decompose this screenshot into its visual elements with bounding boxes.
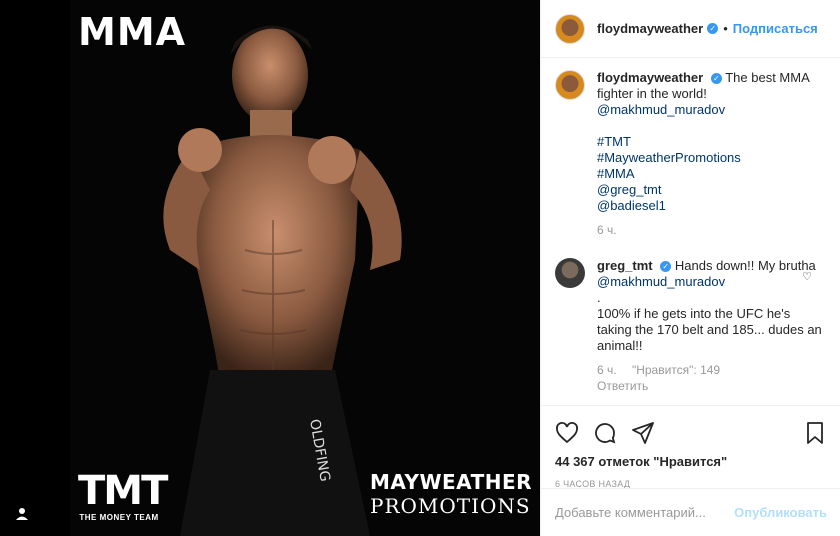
- post-photo[interactable]: OLDFING MMA TMT THE MONEY TEAM MAYWEATHE…: [70, 0, 540, 536]
- comment-item: greg_tmt ✓ Hands down!! My brutha @makhm…: [555, 258, 827, 394]
- comment-text-post: 100% if he gets into the UFC he's taking…: [597, 306, 822, 353]
- tmt-logo-big: TMT: [78, 468, 168, 514]
- caption-mention[interactable]: @makhmud_muradov: [597, 102, 725, 117]
- comment-dot: .: [597, 290, 601, 305]
- hashtag-tmt[interactable]: #TMT: [597, 134, 631, 149]
- post-header: floydmayweather ✓ • Подписаться: [541, 0, 840, 58]
- bookmark-icon[interactable]: [803, 421, 827, 445]
- author-username[interactable]: floydmayweather: [597, 21, 703, 36]
- share-icon[interactable]: [631, 421, 655, 445]
- commenter-avatar[interactable]: [555, 258, 585, 288]
- verified-icon: ✓: [710, 73, 722, 85]
- likes-count[interactable]: 44 367 отметок "Нравится": [555, 454, 827, 469]
- caption-username[interactable]: floydmayweather: [597, 70, 703, 85]
- post-actions: 44 367 отметок "Нравится" 6 часов назад: [541, 405, 840, 489]
- reply-button[interactable]: Ответить: [597, 379, 648, 393]
- header-separator: •: [723, 21, 728, 36]
- caption-avatar[interactable]: [555, 70, 585, 100]
- verified-icon: ✓: [660, 261, 672, 273]
- author-avatar[interactable]: [555, 13, 585, 44]
- comment-like-icon[interactable]: ♡: [802, 270, 812, 283]
- caption-body: floydmayweather ✓ The best MMA fighter i…: [597, 70, 827, 250]
- caption: floydmayweather ✓ The best MMA fighter i…: [555, 70, 827, 250]
- publish-button[interactable]: Опубликовать: [734, 505, 827, 520]
- comment-icon[interactable]: [593, 421, 617, 445]
- heart-icon[interactable]: [555, 421, 579, 445]
- caption-time[interactable]: 6 ч.: [597, 223, 617, 237]
- media-area: OLDFING MMA TMT THE MONEY TEAM MAYWEATHE…: [0, 0, 540, 536]
- mayweather-promotions-logo: MAYWEATHER PROMOTIONS: [370, 470, 533, 518]
- follow-button[interactable]: Подписаться: [733, 21, 818, 36]
- comments-list[interactable]: floydmayweather ✓ The best MMA fighter i…: [541, 70, 840, 400]
- tmt-logo-small: THE MONEY TEAM: [79, 513, 159, 522]
- hashtag-mma[interactable]: #MMA: [597, 166, 635, 181]
- mma-label: MMA: [78, 10, 187, 54]
- user-tag-icon[interactable]: [14, 506, 30, 522]
- add-comment-bar: Опубликовать: [541, 488, 840, 536]
- action-icons: [555, 414, 827, 452]
- commenter-username[interactable]: greg_tmt: [597, 258, 653, 273]
- comment-input[interactable]: [555, 505, 735, 520]
- caption-meta: 6 ч.: [597, 222, 827, 238]
- comment-meta: 6 ч. "Нравится": 149 Ответить: [597, 362, 827, 394]
- comment-text-pre: Hands down!! My brutha: [674, 258, 816, 273]
- comment-body: greg_tmt ✓ Hands down!! My brutha @makhm…: [597, 258, 827, 394]
- promo-line1: MAYWEATHER: [370, 470, 533, 494]
- comment-time[interactable]: 6 ч.: [597, 363, 617, 377]
- verified-icon: ✓: [707, 23, 719, 34]
- promo-line2: PROMOTIONS: [370, 494, 531, 518]
- comment-mention[interactable]: @makhmud_muradov: [597, 274, 725, 289]
- mention-badiesel1[interactable]: @badiesel1: [597, 198, 666, 213]
- hashtag-mayweather-promotions[interactable]: #MayweatherPromotions: [597, 150, 741, 165]
- fighter-image: OLDFING: [163, 25, 402, 536]
- mention-greg-tmt[interactable]: @greg_tmt: [597, 182, 662, 197]
- tmt-logo: TMT THE MONEY TEAM: [78, 468, 168, 522]
- comment-likes[interactable]: "Нравится": 149: [632, 363, 720, 377]
- post-sidebar: floydmayweather ✓ • Подписаться floydmay…: [540, 0, 840, 536]
